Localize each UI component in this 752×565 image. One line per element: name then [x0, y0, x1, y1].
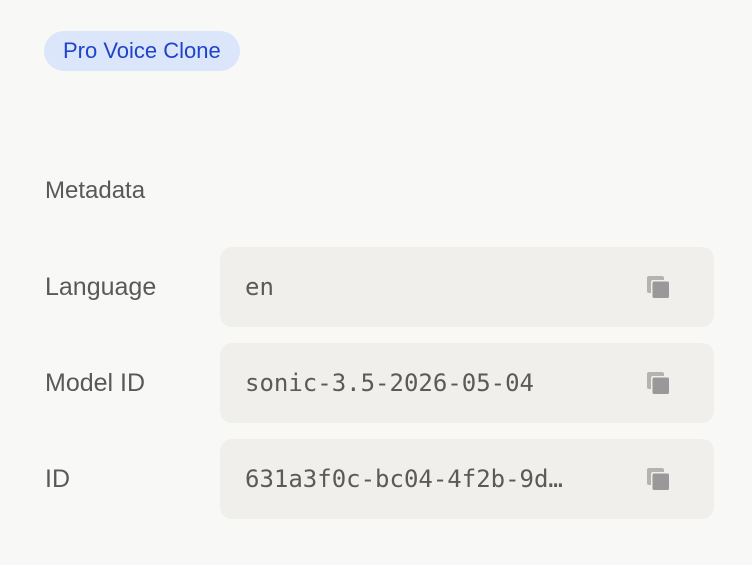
- copy-icon: [647, 468, 669, 490]
- copy-model-id-button[interactable]: [640, 365, 676, 401]
- voice-type-badge: Pro Voice Clone: [44, 31, 240, 71]
- metadata-heading: Metadata: [45, 177, 146, 204]
- copy-icon: [647, 372, 669, 394]
- language-value[interactable]: en: [245, 247, 625, 327]
- model-id-value[interactable]: sonic-3.5-2026-05-04: [245, 343, 625, 423]
- voice-details-panel: Pro Voice Clone Metadata Language en Mod…: [0, 0, 752, 565]
- metadata-row-id: ID 631a3f0c-bc04-4f2b-9d…: [0, 439, 752, 519]
- language-field: en: [220, 247, 714, 327]
- language-label: Language: [45, 273, 157, 301]
- metadata-row-model-id: Model ID sonic-3.5-2026-05-04: [0, 343, 752, 423]
- copy-id-button[interactable]: [640, 461, 676, 497]
- id-field: 631a3f0c-bc04-4f2b-9d…: [220, 439, 714, 519]
- id-label: ID: [45, 465, 70, 493]
- copy-language-button[interactable]: [640, 269, 676, 305]
- model-id-label: Model ID: [45, 369, 146, 397]
- metadata-row-language: Language en: [0, 247, 752, 327]
- model-id-field: sonic-3.5-2026-05-04: [220, 343, 714, 423]
- copy-icon: [647, 276, 669, 298]
- id-value[interactable]: 631a3f0c-bc04-4f2b-9d…: [245, 439, 625, 519]
